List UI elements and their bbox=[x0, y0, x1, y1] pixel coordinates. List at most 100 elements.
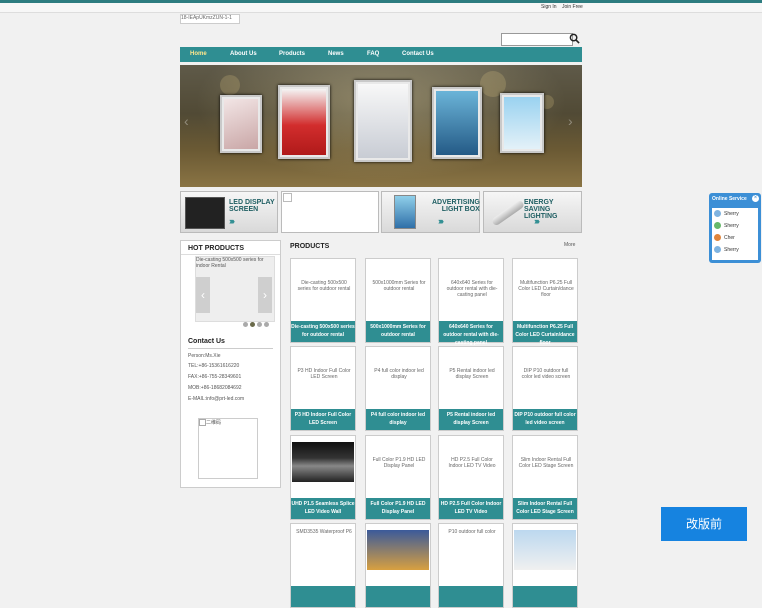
product-image-alt: DIP P10 outdoor full color led video scr… bbox=[521, 368, 571, 380]
product-card[interactable]: P4 full color indoor led display P4 full … bbox=[365, 346, 431, 431]
lightbox-sports bbox=[278, 85, 330, 159]
carousel-dot[interactable] bbox=[250, 322, 255, 327]
promo-advertising-light-box[interactable]: ADVERTISING LIGHT BOX ›››› bbox=[381, 191, 480, 233]
contact-email[interactable]: E-MAIL:info@prt-led.com bbox=[188, 396, 244, 402]
product-label[interactable]: 640x640 Series for outdoor rental with d… bbox=[439, 321, 503, 346]
chat-avatar-icon bbox=[714, 210, 721, 218]
product-image[interactable]: 500x1000mm Series for outdoor rental bbox=[367, 260, 429, 320]
carousel-dot[interactable] bbox=[243, 322, 248, 327]
nav-news[interactable]: News bbox=[328, 51, 344, 57]
product-card[interactable]: 640x640 Series for outdoor rental with d… bbox=[438, 258, 504, 346]
lightbox-thumb bbox=[394, 195, 416, 229]
product-label[interactable]: 500x1000mm Series for outdoor rental bbox=[366, 321, 430, 342]
chevrons-icon: ›››› bbox=[438, 216, 444, 226]
banner-next-arrow[interactable]: › bbox=[568, 112, 576, 130]
product-image[interactable]: Slim Indoor Rental Full Color LED Stage … bbox=[514, 437, 576, 497]
product-card[interactable]: 500x1000mm Series for outdoor rental 500x… bbox=[365, 258, 431, 343]
product-label[interactable]: Multifunction P6.25 Full Color LED Curta… bbox=[513, 321, 577, 346]
product-card[interactable]: P3 HD Indoor Full Color LED Screen P3 HD … bbox=[290, 346, 356, 431]
product-card[interactable]: HD P2.5 Full Color Indoor LED TV Video HD… bbox=[438, 435, 504, 520]
agent-item[interactable]: Sherry bbox=[714, 245, 758, 255]
old-version-button[interactable]: 改版前 bbox=[661, 507, 747, 541]
product-label[interactable]: P3 HD Indoor Full Color LED Screen bbox=[291, 409, 355, 430]
nav-faq[interactable]: FAQ bbox=[367, 51, 379, 57]
hot-next-arrow[interactable]: › bbox=[258, 277, 272, 313]
more-link[interactable]: More bbox=[564, 242, 575, 248]
product-label[interactable]: Full Color P1.9 HD LED Display Panel bbox=[366, 498, 430, 519]
contact-mob: MOB:+86-18682084692 bbox=[188, 385, 242, 391]
product-image[interactable]: 640x640 Series for outdoor rental with d… bbox=[440, 260, 502, 320]
product-label[interactable]: DIP P10 outdoor full color led video scr… bbox=[513, 409, 577, 430]
product-image[interactable]: HD P2.5 Full Color Indoor LED TV Video bbox=[440, 437, 502, 497]
product-image-alt: 500x1000mm Series for outdoor rental bbox=[372, 280, 426, 292]
product-card[interactable] bbox=[512, 523, 578, 608]
product-image[interactable]: P3 HD Indoor Full Color LED Screen bbox=[292, 348, 354, 408]
bokeh bbox=[220, 75, 240, 95]
product-label[interactable] bbox=[291, 586, 355, 607]
promo-led-display[interactable]: LED DISPLAY SCREEN ›››› bbox=[180, 191, 278, 233]
carousel-dots bbox=[243, 322, 271, 329]
carousel-dot[interactable] bbox=[264, 322, 269, 327]
product-card[interactable]: Die-casting 500x500 series for outdoor r… bbox=[290, 258, 356, 343]
agent-item[interactable]: Sherry bbox=[714, 209, 758, 219]
contact-heading: Contact Us bbox=[188, 338, 225, 345]
promo-image-placeholder[interactable] bbox=[281, 191, 379, 233]
close-icon[interactable]: × bbox=[752, 195, 759, 202]
nav-about-us[interactable]: About Us bbox=[230, 51, 257, 57]
divider bbox=[181, 254, 280, 255]
sign-in-link[interactable]: Sign In bbox=[541, 4, 557, 10]
product-image[interactable] bbox=[292, 442, 354, 482]
agent-item[interactable]: Cher bbox=[714, 233, 758, 243]
product-label[interactable]: P4 full color indoor led display bbox=[366, 409, 430, 430]
banner-prev-arrow[interactable]: ‹ bbox=[184, 112, 192, 130]
product-image[interactable]: P4 full color indoor led display bbox=[367, 348, 429, 408]
product-card[interactable]: DIP P10 outdoor full color led video scr… bbox=[512, 346, 578, 431]
product-image[interactable]: Full Color P1.9 HD LED Display Panel bbox=[367, 437, 429, 497]
product-label[interactable] bbox=[513, 586, 577, 607]
product-image-alt: P4 full color indoor led display bbox=[374, 368, 424, 380]
sidebar: HOT PRODUCTS Die-casting 500x500 series … bbox=[180, 240, 281, 488]
product-image-alt: Slim Indoor Rental Full Color LED Stage … bbox=[518, 457, 574, 469]
hot-prev-arrow[interactable]: ‹ bbox=[196, 277, 210, 313]
product-label[interactable]: HD P2.5 Full Color Indoor LED TV Video bbox=[439, 498, 503, 519]
nav-home[interactable]: Home bbox=[190, 51, 207, 57]
product-card[interactable]: Full Color P1.9 HD LED Display Panel Full… bbox=[365, 435, 431, 520]
lightbox-cars bbox=[354, 80, 412, 162]
product-card[interactable]: Multifunction P6.25 Full Color LED Curta… bbox=[512, 258, 578, 346]
site-logo[interactable]: 18-IEApUKmzZUN-1-1 bbox=[180, 14, 240, 24]
carousel-dot[interactable] bbox=[257, 322, 262, 327]
product-label[interactable] bbox=[439, 586, 503, 607]
product-label[interactable] bbox=[366, 586, 430, 607]
product-image[interactable] bbox=[514, 530, 576, 570]
product-label[interactable]: P5 Rental indoor led display Screen bbox=[439, 409, 503, 430]
join-free-link[interactable]: Join Free bbox=[562, 4, 583, 10]
product-image-alt: P10 outdoor full color bbox=[448, 529, 496, 535]
product-image[interactable]: Multifunction P6.25 Full Color LED Curta… bbox=[514, 260, 576, 320]
search-icon[interactable] bbox=[569, 33, 580, 44]
led-screen-thumb bbox=[185, 197, 225, 229]
product-label[interactable]: Slim Indoor Rental Full Color LED Stage … bbox=[513, 498, 577, 519]
product-image[interactable]: Die-casting 500x500 series for outdoor r… bbox=[292, 260, 354, 320]
product-image-alt: SMD3535 Waterproof P6 bbox=[296, 529, 352, 535]
lightbox-fashion bbox=[432, 87, 482, 159]
product-image[interactable]: P10 outdoor full color bbox=[440, 525, 502, 585]
product-image[interactable]: P5 Rental indoor led display Screen bbox=[440, 348, 502, 408]
product-card[interactable]: P10 outdoor full color bbox=[438, 523, 504, 608]
product-card[interactable] bbox=[365, 523, 431, 608]
product-image[interactable]: DIP P10 outdoor full color led video scr… bbox=[514, 348, 576, 408]
product-image[interactable]: SMD3535 Waterproof P6 bbox=[292, 525, 354, 585]
product-card[interactable]: SMD3535 Waterproof P6 bbox=[290, 523, 356, 608]
product-image-alt: Full Color P1.9 HD LED Display Panel bbox=[372, 457, 426, 469]
product-label[interactable]: UHD P1.5 Seamless Splice LED Video Wall bbox=[291, 498, 355, 519]
nav-contact-us[interactable]: Contact Us bbox=[402, 51, 434, 57]
product-card[interactable]: Slim Indoor Rental Full Color LED Stage … bbox=[512, 435, 578, 520]
product-card[interactable]: UHD P1.5 Seamless Splice LED Video Wall bbox=[290, 435, 356, 520]
product-label[interactable]: Die-casting 500x500 series for outdoor r… bbox=[291, 321, 355, 342]
nav-products[interactable]: Products bbox=[279, 51, 305, 57]
product-image[interactable] bbox=[367, 530, 429, 570]
hero-banner[interactable] bbox=[180, 65, 582, 187]
product-card[interactable]: P5 Rental indoor led display Screen P5 Re… bbox=[438, 346, 504, 431]
search-input[interactable] bbox=[501, 33, 573, 46]
agent-item[interactable]: Sherry bbox=[714, 221, 758, 231]
promo-energy-saving-lighting[interactable]: ENERGY SAVING LIGHTING ›››› bbox=[483, 191, 582, 233]
